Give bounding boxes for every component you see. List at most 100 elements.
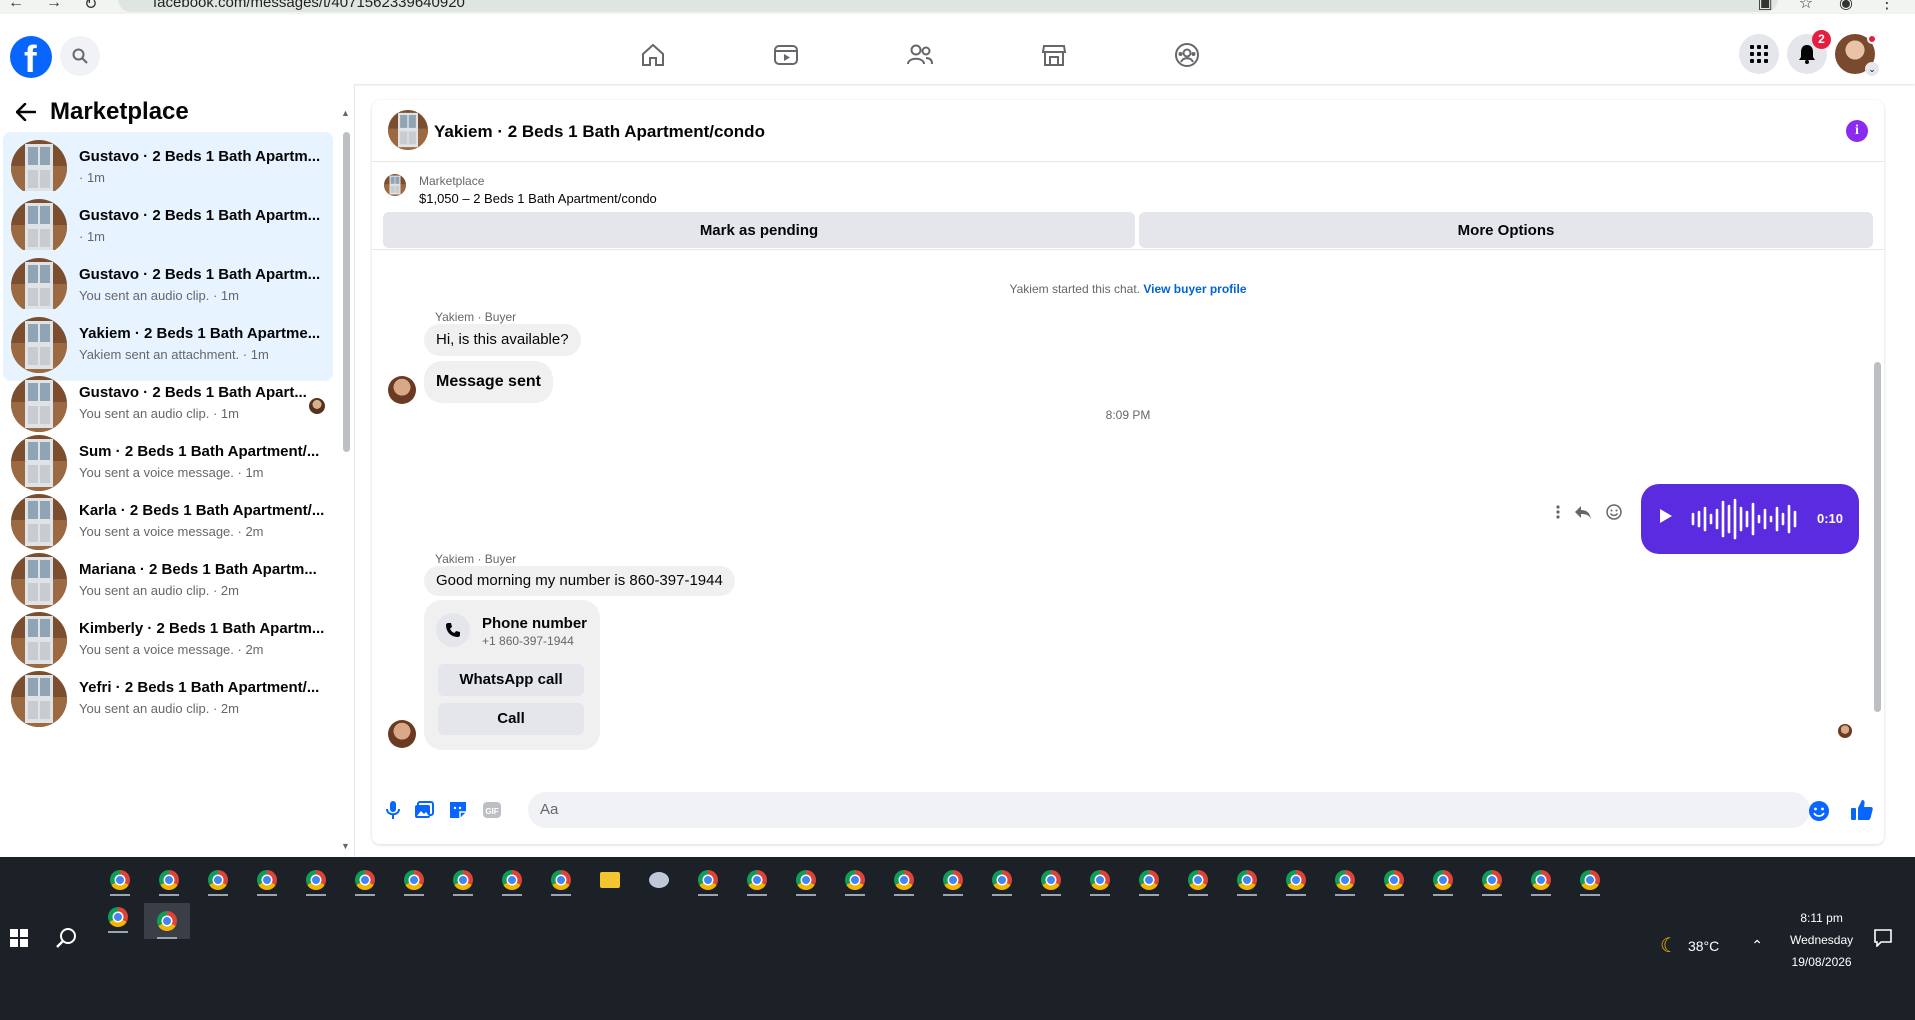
scroll-up-icon[interactable]: ▲ <box>341 108 350 118</box>
profile-icon[interactable]: ◉ <box>1839 0 1853 13</box>
play-icon[interactable] <box>1659 508 1673 524</box>
app-indicator <box>453 894 473 896</box>
app-indicator <box>306 894 326 896</box>
conversation-preview: · 1m <box>79 229 105 244</box>
message-bubble[interactable]: Hi, is this available? <box>424 324 581 356</box>
chrome-app[interactable] <box>1329 866 1361 896</box>
view-buyer-profile-link[interactable]: View buyer profile <box>1143 282 1246 296</box>
taskbar-search-icon[interactable] <box>56 927 78 949</box>
chrome-app[interactable] <box>102 903 134 933</box>
thumbs-up-icon[interactable] <box>1850 798 1874 822</box>
back-arrow-icon[interactable] <box>16 103 36 121</box>
chrome-app[interactable] <box>153 866 185 896</box>
search-button[interactable] <box>60 36 100 76</box>
chrome-app[interactable] <box>545 866 577 896</box>
back-icon[interactable]: ← <box>8 0 24 14</box>
home-icon[interactable] <box>640 42 666 68</box>
listing-price[interactable]: $1,050 – 2 Beds 1 Bath Apartment/condo <box>419 191 657 206</box>
call-button[interactable]: Call <box>438 703 584 735</box>
phone-icon <box>446 623 460 637</box>
chat-title[interactable]: Yakiem · 2 Beds 1 Bath Apartment/condo <box>434 122 765 142</box>
chrome-app[interactable] <box>1084 866 1116 896</box>
react-icon[interactable] <box>1606 504 1622 520</box>
message-bubble[interactable]: Message sent <box>424 361 553 403</box>
account-avatar[interactable]: ⌄ <box>1835 34 1879 76</box>
message-bubble[interactable]: Good morning my number is 860-397-1944 <box>424 566 735 596</box>
app-indicator <box>1384 894 1404 896</box>
chrome-app[interactable] <box>937 866 969 896</box>
extension-icon[interactable]: ▣ <box>1758 0 1773 13</box>
thread-scrollbar[interactable] <box>1874 362 1881 712</box>
groups-icon[interactable] <box>1174 42 1200 68</box>
gif-icon[interactable]: GIF <box>482 801 502 819</box>
notifications-button[interactable]: 2 <box>1787 30 1831 74</box>
emoji-icon[interactable] <box>1808 800 1830 822</box>
chrome-app[interactable] <box>251 866 283 896</box>
conversation-item[interactable]: Yefri · 2 Beds 1 Bath Apartment/... You s… <box>3 663 333 735</box>
info-icon[interactable]: i <box>1846 120 1868 142</box>
photo-icon[interactable] <box>414 801 434 819</box>
chrome-app[interactable] <box>1427 866 1459 896</box>
reply-icon[interactable] <box>1574 504 1592 520</box>
video-icon[interactable] <box>773 42 799 68</box>
chrome-app[interactable] <box>839 866 871 896</box>
chrome-icon <box>453 870 473 890</box>
reload-icon[interactable]: ↻ <box>84 0 97 14</box>
chrome-app[interactable] <box>1378 866 1410 896</box>
chrome-app[interactable] <box>888 866 920 896</box>
chrome-app[interactable] <box>643 866 675 896</box>
chrome-app[interactable] <box>1231 866 1263 896</box>
chrome-app[interactable] <box>741 866 773 896</box>
chrome-app[interactable] <box>398 866 430 896</box>
url-text[interactable]: facebook.com/messages/t/4071562339640920 <box>153 0 465 11</box>
conversation-thumbnail <box>11 140 67 196</box>
windows-start-icon[interactable] <box>10 929 28 947</box>
chrome-app[interactable] <box>349 866 381 896</box>
buyer-avatar[interactable] <box>388 720 416 748</box>
action-center-icon[interactable] <box>1874 929 1892 947</box>
buyer-avatar[interactable] <box>388 376 416 404</box>
star-icon[interactable]: ☆ <box>1799 0 1813 13</box>
app-indicator <box>502 894 522 896</box>
chrome-app[interactable] <box>447 866 479 896</box>
sticker-icon[interactable] <box>448 800 468 820</box>
chrome-app[interactable] <box>790 866 822 896</box>
listing-mini-thumbnail[interactable] <box>384 174 406 196</box>
marketplace-icon[interactable] <box>1041 42 1067 68</box>
chrome-app[interactable] <box>300 866 332 896</box>
weather-widget[interactable]: ☾ 38°C ⌃ <box>1660 933 1763 958</box>
audio-message[interactable]: 0:10 <box>1641 484 1859 554</box>
scroll-down-icon[interactable]: ▼ <box>341 841 350 851</box>
mark-pending-button[interactable]: Mark as pending <box>383 212 1135 248</box>
listing-thumbnail[interactable] <box>388 110 428 150</box>
chrome-app[interactable] <box>1182 866 1214 896</box>
microphone-icon[interactable] <box>386 800 400 820</box>
forward-icon[interactable]: → <box>46 0 62 14</box>
more-options-button[interactable]: More Options <box>1139 212 1873 248</box>
chrome-app[interactable] <box>104 866 136 896</box>
chrome-icon <box>108 907 128 927</box>
menu-icon[interactable]: ⋮ <box>1879 0 1895 13</box>
chrome-app[interactable] <box>496 866 528 896</box>
more-icon[interactable] <box>1556 505 1560 519</box>
facebook-logo[interactable]: f <box>10 36 52 81</box>
system-clock[interactable]: 8:11 pm Wednesday 19/08/2026 <box>1790 907 1853 973</box>
chrome-app[interactable] <box>1133 866 1165 896</box>
sidebar-scrollbar[interactable] <box>343 132 350 452</box>
chrome-app-active[interactable] <box>144 903 190 939</box>
chrome-icon <box>845 870 865 890</box>
chrome-app[interactable] <box>202 866 234 896</box>
menu-button[interactable] <box>1739 34 1779 74</box>
friends-icon[interactable] <box>906 42 934 68</box>
message-input[interactable]: Aa <box>528 792 1810 828</box>
chrome-app[interactable] <box>1525 866 1557 896</box>
chrome-app[interactable] <box>1574 866 1606 896</box>
whatsapp-call-button[interactable]: WhatsApp call <box>438 664 584 696</box>
chrome-app[interactable] <box>1476 866 1508 896</box>
chrome-app[interactable] <box>692 866 724 896</box>
chrome-app[interactable] <box>1280 866 1312 896</box>
chrome-app[interactable] <box>1035 866 1067 896</box>
file-explorer-app[interactable] <box>594 866 626 896</box>
chrome-app[interactable] <box>986 866 1018 896</box>
tray-chevron-icon[interactable]: ⌃ <box>1751 937 1763 954</box>
